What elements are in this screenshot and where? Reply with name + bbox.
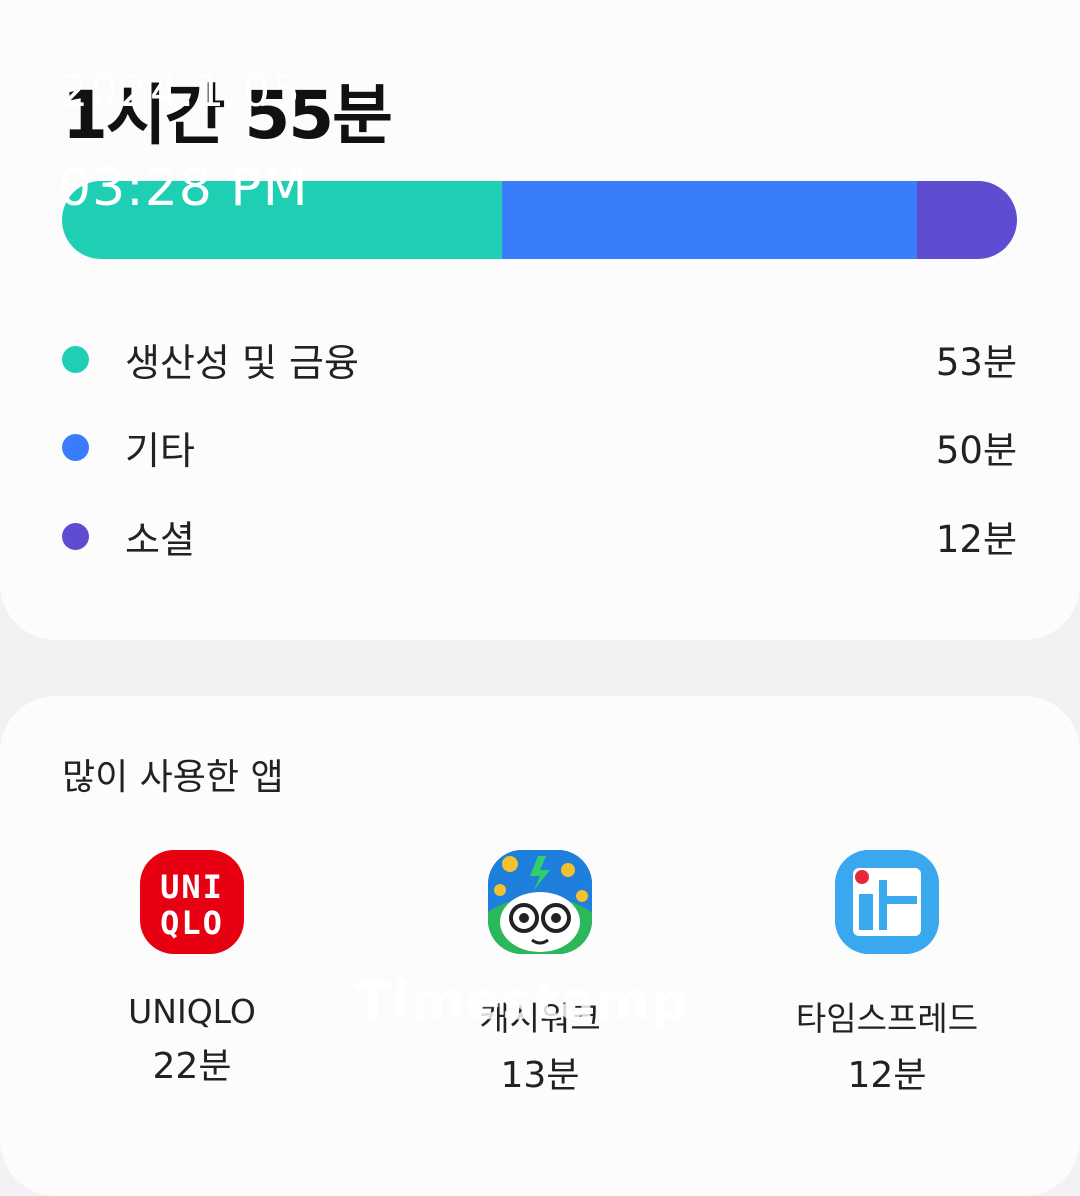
timespread-logo-icon [835,850,939,954]
legend-row-other[interactable]: 기타 50분 [62,422,1017,473]
uniqlo-logo-text-bottom: QLO [160,904,224,942]
app-item-uniqlo[interactable]: UNI QLO UNIQLO 22분 [82,850,302,1089]
legend-row-social[interactable]: 소셜 12분 [62,511,1017,562]
app-name: UNIQLO [128,992,256,1031]
legend-dot-other [62,433,89,461]
legend-label: 기타 [125,428,195,473]
legend-value: 50분 [935,429,1017,472]
uniqlo-icon: UNI QLO [140,850,244,954]
overlay-date-stamp: 2024.1.05 [60,66,302,117]
legend-row-productivity[interactable]: 생산성 및 금융 53분 [62,334,1017,385]
app-usage-time: 13분 [500,1055,580,1096]
app-item-timespread[interactable]: 타임스프레드 12분 [777,850,997,1098]
cashwalk-icon [488,850,592,954]
legend-label: 생산성 및 금융 [125,340,359,385]
app-usage-time: 22분 [152,1046,232,1087]
bar-segment-social [917,181,1017,259]
uniqlo-logo-text-top: UNI [160,868,224,906]
bar-segment-other [502,181,918,259]
overlay-time-stamp: 03:28 PM [58,158,309,218]
timestamp-watermark: Timestamp [355,972,690,1032]
timespread-icon [835,850,939,954]
legend-value: 53분 [935,341,1017,384]
app-usage-time: 12분 [847,1055,927,1096]
legend-label: 소셜 [125,517,195,562]
legend-dot-social [62,522,89,550]
app-name: 타임스프레드 [795,999,979,1038]
legend-dot-productivity [62,345,89,373]
cashwalk-character-icon [488,850,592,954]
legend-value: 12분 [935,518,1017,561]
most-used-apps-title: 많이 사용한 앱 [62,757,284,798]
